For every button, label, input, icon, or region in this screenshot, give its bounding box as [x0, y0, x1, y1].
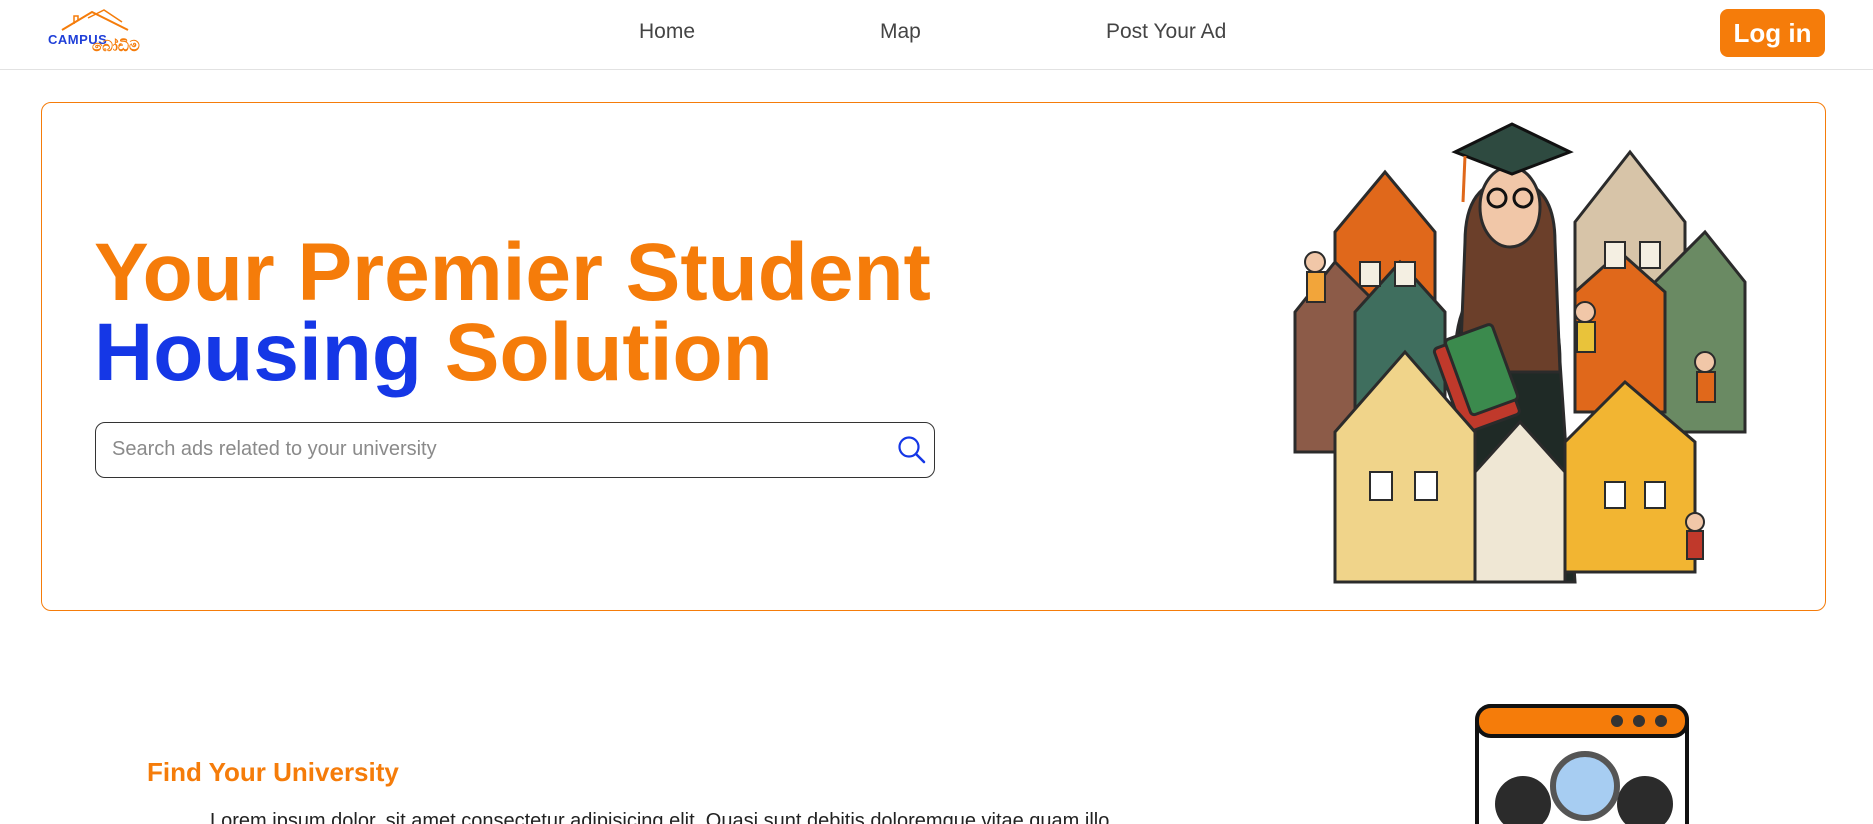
- login-button[interactable]: Log in: [1720, 9, 1825, 57]
- find-university-description: Lorem ipsum dolor, sit amet consectetur …: [210, 810, 1110, 824]
- hero-title-housing: Housing: [94, 307, 422, 398]
- hero-title-line1: Your Premier Student: [94, 227, 931, 318]
- student-housing-illustration: [1293, 122, 1747, 584]
- hero-title-line2: Housing Solution: [94, 312, 931, 394]
- search-input[interactable]: [96, 423, 876, 476]
- logo-text-sinhala: බෝඩිම: [92, 38, 140, 55]
- nav-map[interactable]: Map: [880, 20, 921, 44]
- find-university-heading: Find Your University: [147, 757, 399, 787]
- nav-home[interactable]: Home: [639, 20, 695, 44]
- university-search-box: [95, 422, 935, 478]
- search-icon[interactable]: [896, 434, 928, 466]
- magnifier-search-illustration: [1475, 704, 1689, 824]
- hero-title: Your Premier Student Housing Solution: [94, 227, 931, 394]
- site-logo[interactable]: CAMPUS බෝඩිම: [44, 8, 154, 60]
- hero-title-solution: Solution: [444, 307, 773, 398]
- top-navbar: CAMPUS බෝඩිම Home Map Post Your Ad Log i…: [0, 0, 1873, 70]
- nav-post-your-ad[interactable]: Post Your Ad: [1106, 20, 1226, 44]
